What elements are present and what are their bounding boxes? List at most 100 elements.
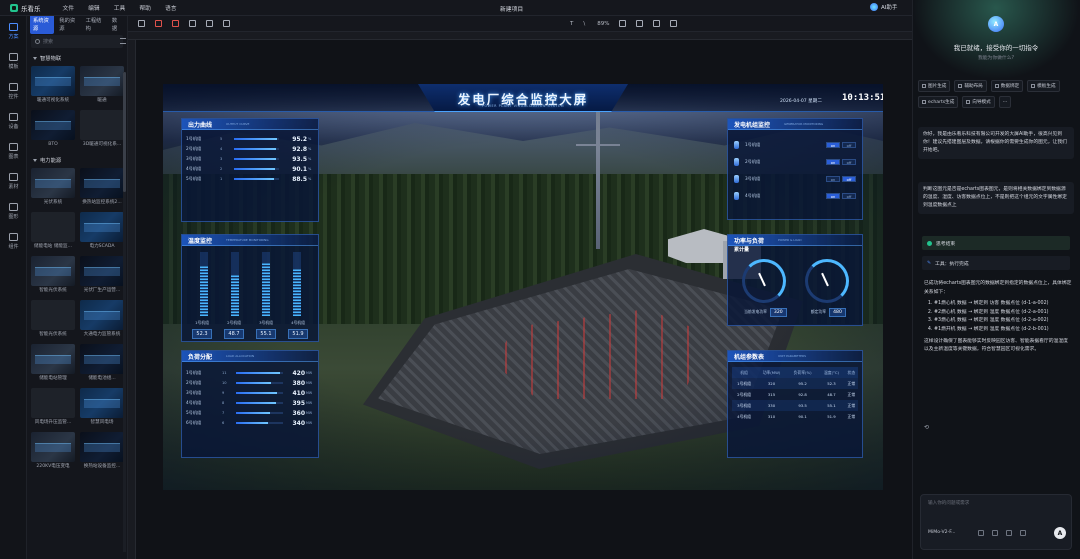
output-panel[interactable]: 出力曲线 OUTPUT CURVE 1号机组 5 95.2% 2号机组 4 92.8% 3号机… [181,118,319,222]
load-panel[interactable]: 负荷分配 LOAD ALLOCATION 1号机组 11 420 MW 2号机组 10 380… [181,350,319,458]
tool-status[interactable]: ✎ 工具：执行完成 [922,256,1070,270]
asset-search-input[interactable]: 搜索 [31,35,126,48]
sidebar-item-0[interactable]: 方案 [0,16,27,46]
off-button[interactable]: off [842,192,856,199]
output-panel-header: 出力曲线 OUTPUT CURVE [182,119,318,130]
on-button[interactable]: on [826,175,840,182]
power-panel[interactable]: 功率与负荷 POWER & LOAD 累计量 当前发电功率 320 额定功率 480 [727,234,863,326]
send-button[interactable]: A [1054,527,1066,539]
menu-item[interactable]: 工具 [114,3,126,12]
horizontal-ruler [128,32,912,40]
asset-category-label: 电力能源 [40,158,62,164]
off-button[interactable]: off [842,175,856,182]
folder-icon[interactable] [653,20,661,27]
sidebar-item-3[interactable]: 设备 [0,106,27,136]
asset-item[interactable]: 暖通 [80,66,124,106]
history-icon[interactable] [189,20,196,27]
sidebar-item-5[interactable]: 素材 [0,166,27,196]
asset-tab[interactable]: 系统资源 [30,16,55,34]
on-off-toggle[interactable]: on off [826,158,856,165]
menu-item[interactable]: 文件 [63,3,75,12]
ai-chip[interactable]: 模板生成 [1027,80,1060,92]
brush-icon[interactable] [1020,530,1026,536]
asset-item[interactable]: 储能电站管理 [31,344,75,384]
record-icon[interactable] [155,20,162,27]
asset-item[interactable]: 智慧风电场 [80,388,124,428]
sidebar-item-6[interactable]: 图形 [0,196,27,226]
asset-item[interactable]: 3D暖通可视化系... [80,110,124,150]
answer-item: #3燃心机 数据 → 绑定到 温度 数据点位 (d-2-a-002) [934,317,1072,326]
asset-item[interactable]: 换热站设备监控... [80,432,124,472]
asset-item[interactable]: 智能光伏系统 [31,256,75,296]
on-off-toggle[interactable]: on off [826,192,856,199]
temperature-unit-label: 3号机组 [259,320,273,325]
pointer-tool-icon[interactable]: T [570,21,573,27]
ai-chip[interactable]: 图片生成 [918,80,951,92]
temperature-panel[interactable]: 温度监控 TEMPERATURE MONITORING 1号机组 2号机组 3号机组 4… [181,234,319,342]
fit-icon[interactable] [636,20,644,27]
thinking-label: 思考结束 [936,241,956,247]
asset-item[interactable]: 换热站监控系统2... [80,168,124,208]
ai-chip[interactable]: ··· [998,96,1012,108]
assets-scrollbar-thumb[interactable] [123,72,126,192]
asset-item[interactable]: 220KV电压变电 [31,432,75,472]
asset-tab[interactable]: 工程结构 [83,16,107,34]
ai-chip[interactable]: 向导模式 [962,96,995,108]
menu-item[interactable]: 帮助 [139,3,151,12]
main-menu: 文件 编辑 工具 帮助 语言 [63,3,177,12]
on-button[interactable]: on [826,192,840,199]
off-button[interactable]: off [842,158,856,165]
paint-icon[interactable] [206,20,213,27]
sidebar-item-7[interactable]: 组件 [0,226,27,256]
thinking-status[interactable]: 思考结束 [922,236,1070,250]
align-icon[interactable] [670,20,678,27]
model-selector[interactable]: MiMo-V2-F... [928,530,956,535]
asset-item[interactable]: 光伏厂生产运营... [80,256,124,296]
parameter-table-panel[interactable]: 机组参数表 UNIT PARAMETERS 机组 功率(MW) 负荷率(%) 温度(°C… [727,350,863,458]
asset-item[interactable]: 电力SCADA [80,212,124,252]
dashboard-screen[interactable]: 发电厂综合监控大屏 POWER PLANT VISUALIZATION SYST… [163,84,883,490]
asset-item[interactable]: 风电场升压监管... [31,388,75,428]
copy-icon[interactable]: ⟲ [924,424,929,431]
asset-item[interactable]: 储能电站 储能监... [31,212,75,252]
asset-item[interactable]: 光伏系统 [31,168,75,208]
asset-category[interactable]: 智慧物联 [27,48,127,66]
ai-assistant-button[interactable]: AI助手 [870,3,897,11]
sidebar-item-4[interactable]: 图表 [0,136,27,166]
refresh-icon[interactable] [619,20,627,27]
ai-input-placeholder[interactable]: 输入你的问题或需求 [928,500,969,506]
menu-item[interactable]: 语言 [165,3,177,12]
screen-date: 2026-04-07 星期二 [780,99,822,104]
sidebar-item-2[interactable]: 控件 [0,76,27,106]
list-view-icon[interactable] [120,38,126,44]
generator-panel[interactable]: 发电机组监控 GENERATOR MONITORING 1号机组 on off 2号机组… [727,118,863,220]
on-off-toggle[interactable]: on off [826,175,856,182]
on-off-toggle[interactable]: on off [826,141,856,148]
asset-item[interactable]: 储能电池组... [80,344,124,384]
image-icon[interactable] [992,530,998,536]
attach-icon[interactable] [978,530,984,536]
off-button[interactable]: off [842,141,856,148]
asset-item[interactable]: 暖通可视化系统 [31,66,75,106]
grid-icon[interactable] [223,20,230,27]
on-button[interactable]: on [826,141,840,148]
asset-category[interactable]: 电力能源 [27,150,127,168]
asset-thumbnail [31,344,75,374]
ai-chip[interactable]: 数据绑定 [990,80,1024,92]
asset-item[interactable]: 智能光伏系统 [31,300,75,340]
layout-icon[interactable] [172,20,179,27]
sidebar-item-1[interactable]: 模板 [0,46,27,76]
line-tool-icon[interactable]: \ [583,21,585,27]
load-value: 360 [292,409,305,417]
on-button[interactable]: on [826,158,840,165]
zoom-level[interactable]: 89% [597,21,609,27]
layout-icon[interactable] [1006,530,1012,536]
menu-item[interactable]: 编辑 [88,3,100,12]
add-icon[interactable] [138,20,145,27]
asset-tab[interactable]: 数据 [109,16,124,34]
asset-item[interactable]: 大通电力监管系统 [80,300,124,340]
asset-tab[interactable]: 我的资源 [56,16,80,34]
ai-chip[interactable]: echarts生成 [918,96,959,108]
ai-chip[interactable]: 辅助布局 [954,80,987,92]
asset-item[interactable]: BTO [31,110,75,150]
